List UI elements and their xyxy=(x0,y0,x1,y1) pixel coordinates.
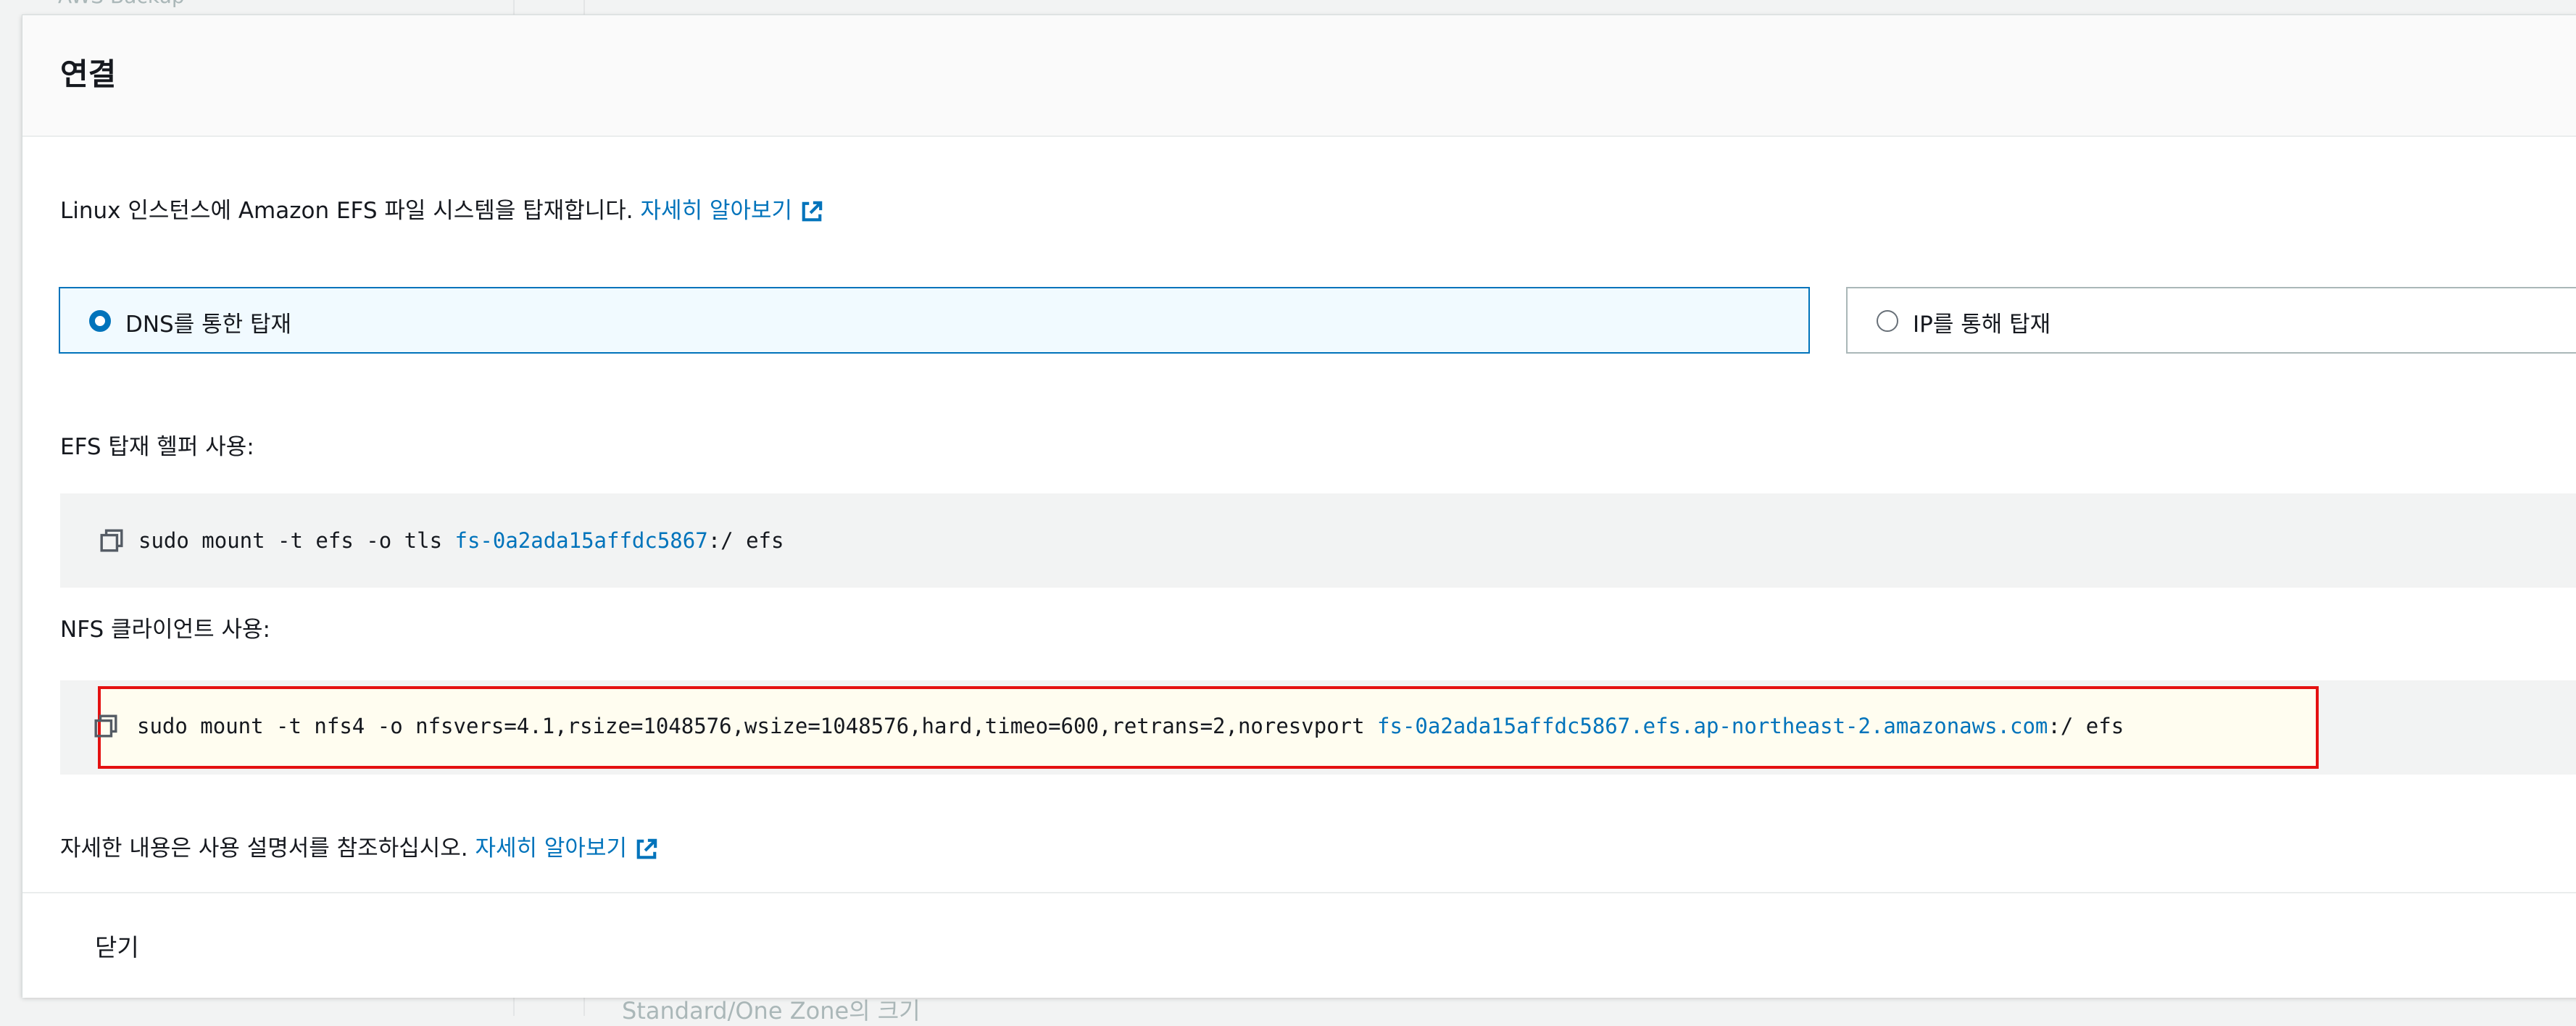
footer-note: 자세한 내용은 사용 설명서를 참조하십시오. 자세히 알아보기 xyxy=(60,830,657,862)
intro-text: Linux 인스턴스에 Amazon EFS 파일 시스템을 탑재합니다. 자세… xyxy=(60,192,823,225)
modal-header: 연결 xyxy=(22,15,2576,137)
file-system-dns-name: fs-0a2ada15affdc5867.efs.ap-northeast-2.… xyxy=(1377,714,2048,738)
efs-helper-command: sudo mount -t efs -o tls fs-0a2ada15affd… xyxy=(138,528,784,553)
efs-helper-label: EFS 탑재 헬퍼 사용: xyxy=(60,434,254,460)
nfs-client-command: sudo mount -t nfs4 -o nfsvers=4.1,rsize=… xyxy=(137,714,2124,738)
learn-more-link[interactable]: 자세히 알아보기 xyxy=(641,198,823,224)
footer-note-text: 자세한 내용은 사용 설명서를 참조하십시오. xyxy=(60,835,468,862)
modal-title: 연결 xyxy=(60,57,117,92)
mount-via-ip-option[interactable]: IP를 통해 탑재 xyxy=(1846,287,2576,354)
copy-icon[interactable] xyxy=(99,528,124,553)
efs-helper-command-box: sudo mount -t efs -o tls fs-0a2ada15affd… xyxy=(60,493,2576,588)
radio-unselected-icon xyxy=(1877,310,1898,332)
connect-modal: 연결 Linux 인스턴스에 Amazon EFS 파일 시스템을 탑재합니다.… xyxy=(22,14,2576,998)
mount-via-dns-option[interactable]: DNS를 통한 탑재 xyxy=(59,287,1810,354)
mount-via-ip-label: IP를 통해 탑재 xyxy=(1913,312,2051,338)
file-system-id: fs-0a2ada15affdc5867 xyxy=(454,528,708,553)
modal-footer: 닫기 xyxy=(22,892,2576,998)
external-link-icon xyxy=(636,838,657,859)
external-link-icon xyxy=(802,201,823,222)
intro-text-body: Linux 인스턴스에 Amazon EFS 파일 시스템을 탑재합니다. xyxy=(60,198,633,224)
copy-icon[interactable] xyxy=(94,714,118,738)
learn-more-link[interactable]: 자세히 알아보기 xyxy=(475,835,658,862)
background-top-text: AWS Backup xyxy=(58,0,185,8)
close-button[interactable]: 닫기 xyxy=(95,928,139,963)
radio-selected-icon xyxy=(89,310,111,332)
nfs-client-label: NFS 클라이언트 사용: xyxy=(60,617,270,643)
mount-via-dns-label: DNS를 통한 탑재 xyxy=(125,312,292,338)
